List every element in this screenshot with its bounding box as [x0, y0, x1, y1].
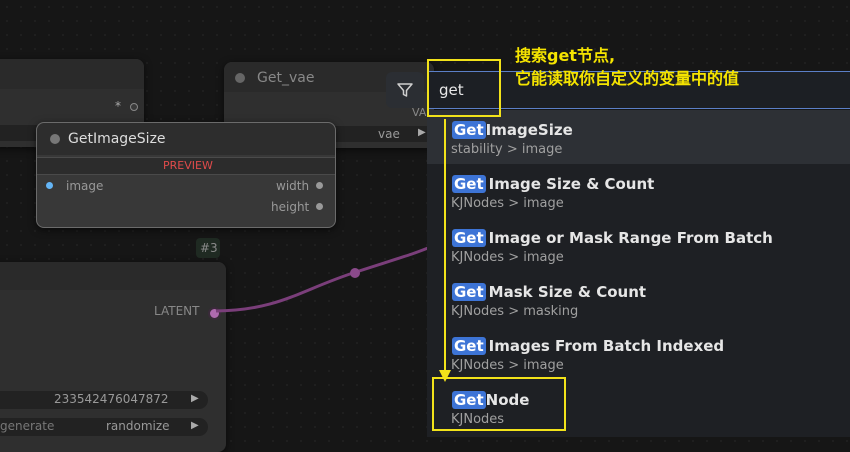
node-id-text: #3: [200, 241, 218, 255]
seed-value: 233542476047872: [54, 392, 169, 406]
result-item-images-from-batch[interactable]: Get Images From Batch Indexed KJNodes > i…: [427, 326, 850, 380]
result-name-rest: Image or Mask Range From Batch: [488, 229, 773, 247]
link-midpoint: [350, 268, 360, 278]
result-name-rest: Images From Batch Indexed: [488, 337, 725, 355]
result-item-mask-size-count[interactable]: Get Mask Size & Count KJNodes > masking: [427, 272, 850, 326]
node-getimagesize-preview[interactable]: GetImageSize PREVIEW image width height: [36, 122, 336, 228]
result-category: KJNodes > image: [451, 250, 564, 265]
annotation-box-search: [427, 59, 501, 117]
annotation-box-getnode: [432, 377, 566, 431]
arrow-right-icon[interactable]: ▶: [191, 420, 199, 431]
result-name-rest: Image Size & Count: [488, 175, 655, 193]
match-highlight: Get: [452, 121, 486, 139]
annotation-line-1: 搜索get节点,: [515, 46, 616, 65]
image-input-dot[interactable]: [46, 182, 53, 189]
annotation-text: 搜索get节点, 它能读取你自定义的变量中的值: [515, 44, 739, 90]
preview-bar: PREVIEW: [37, 157, 335, 175]
result-item-image-mask-range[interactable]: Get Image or Mask Range From Batch KJNode…: [427, 218, 850, 272]
node-title: GetImageSize: [68, 131, 166, 147]
filter-icon: [397, 83, 413, 97]
result-item-image-size-count[interactable]: Get Image Size & Count KJNodes > image: [427, 164, 850, 218]
node-id-badge: #3: [196, 238, 220, 258]
height-output-dot[interactable]: [316, 203, 323, 210]
latent-link-path: [215, 246, 429, 313]
match-highlight: Get: [452, 337, 486, 355]
node-sampler[interactable]: LATENT 233542476047872 ▶ generate random…: [0, 262, 226, 452]
result-category: KJNodes > image: [451, 358, 564, 373]
latent-output-dot[interactable]: [208, 307, 221, 320]
match-highlight: Get: [452, 283, 486, 301]
result-category: KJNodes > masking: [451, 304, 579, 319]
match-highlight: Get: [452, 229, 486, 247]
width-output-label: width: [276, 179, 310, 193]
annotation-line-2: 它能读取你自定义的变量中的值: [515, 69, 740, 88]
node-title: Get_vae: [257, 70, 315, 86]
preview-label: PREVIEW: [163, 159, 213, 172]
result-name: Get Images From Batch Indexed: [452, 337, 724, 355]
arrow-right-icon[interactable]: ▶: [191, 393, 199, 404]
result-name-rest: Mask Size & Count: [488, 283, 647, 301]
width-output-dot[interactable]: [316, 182, 323, 189]
node-collapse-dot[interactable]: [235, 73, 245, 83]
control-value: randomize: [106, 419, 170, 433]
result-name: Get Image or Mask Range From Batch: [452, 229, 773, 247]
result-name-rest: ImageSize: [485, 121, 573, 139]
vae-widget-value: vae: [378, 127, 400, 141]
latent-output-label: LATENT: [154, 304, 200, 318]
control-after-generate-widget[interactable]: generate randomize ▶: [0, 418, 208, 436]
match-highlight: Get: [452, 175, 486, 193]
result-item-getimagesize[interactable]: Get ImageSize stability > image: [427, 110, 850, 164]
result-name: Get Mask Size & Count: [452, 283, 646, 301]
result-category: stability > image: [451, 142, 563, 157]
arrow-right-icon[interactable]: ▶: [418, 127, 426, 138]
filter-button[interactable]: [386, 72, 424, 108]
node-output-dot[interactable]: [130, 103, 138, 111]
result-category: KJNodes > image: [451, 196, 564, 211]
seed-widget[interactable]: 233542476047872 ▶: [0, 391, 208, 409]
node-collapse-dot[interactable]: [50, 134, 60, 144]
result-name: Get Image Size & Count: [452, 175, 654, 193]
node-output-glyph: *: [115, 99, 121, 113]
image-input-label: image: [66, 179, 104, 193]
result-name: Get ImageSize: [452, 121, 573, 139]
height-output-label: height: [271, 200, 310, 214]
control-label: generate: [0, 419, 55, 433]
